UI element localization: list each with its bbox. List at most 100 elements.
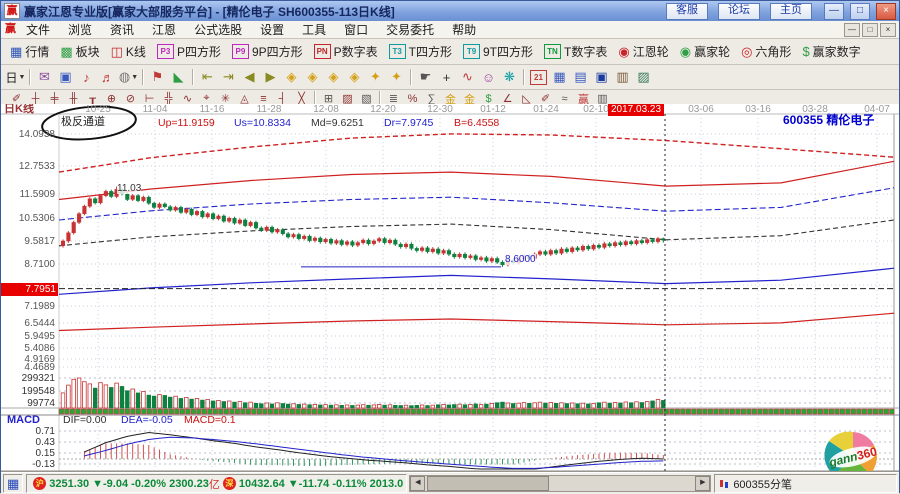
p-square-button[interactable]: P3P四方形 <box>152 41 226 62</box>
hexagon-button[interactable]: ◎六角形 <box>736 41 796 62</box>
mdi-restore-button[interactable]: □ <box>862 23 878 37</box>
menu-item-窗口[interactable]: 窗口 <box>335 22 377 38</box>
mdi-close-button[interactable]: × <box>880 23 896 37</box>
wave-icon[interactable]: ∿ <box>457 67 478 87</box>
cylinder-dropdown[interactable]: ◍▼ <box>118 67 139 87</box>
crosshair-icon[interactable]: + <box>436 67 457 87</box>
burst-icon[interactable]: ❋ <box>499 67 520 87</box>
menu-item-帮助[interactable]: 帮助 <box>443 22 485 38</box>
last-bar-icon[interactable]: ⇥ <box>218 67 239 87</box>
price-tick-label: 11.5909 <box>1 189 55 200</box>
price-tick-label: 14.0938 <box>1 129 55 140</box>
expand-v-icon[interactable]: ◈ <box>302 67 323 87</box>
hexagon-button-icon: ◎ <box>741 45 752 58</box>
winner-number-button[interactable]: $赢家数字 <box>797 41 865 62</box>
chart-annotation: 8.6000 <box>505 254 536 265</box>
menu-logo-icon: 赢 <box>4 23 17 36</box>
volume-tick-label: 299321 <box>1 373 55 384</box>
reset-icon[interactable]: ✦ <box>386 67 407 87</box>
zoom-out-icon[interactable]: ◈ <box>344 67 365 87</box>
sz-index-percent: -0.11% <box>332 478 366 490</box>
toolbar-separator <box>192 69 194 85</box>
window-title: 赢家江恩专业版[赢家大部服务平台] - [精伦电子 SH600355-113日K… <box>24 3 662 20</box>
close-button[interactable]: × <box>876 3 896 20</box>
chart-area[interactable]: gann360日K线10-2511-0411-1611-2812-0812-20… <box>1 104 899 472</box>
channel-tool-icon: ╫ <box>70 93 78 105</box>
home-button[interactable]: 主页 <box>770 3 812 20</box>
forum-button[interactable]: 论坛 <box>718 3 760 20</box>
next-bar-icon[interactable]: ▶ <box>260 67 281 87</box>
music-icon: ♬ <box>101 70 114 85</box>
9t-square-button[interactable]: T99T四方形 <box>458 41 538 62</box>
menu-item-设置[interactable]: 设置 <box>251 22 293 38</box>
indicator-value-label: Dr=7.9745 <box>384 118 433 129</box>
save-icon[interactable]: ▣ <box>591 67 612 87</box>
face-icon[interactable]: ☺ <box>478 67 499 87</box>
sectors-button[interactable]: ▩板块 <box>55 41 104 62</box>
scroll-right-arrow-icon[interactable]: ▶ <box>695 476 710 491</box>
shenzhen-icon[interactable]: 深 <box>223 477 236 490</box>
winner-wheel-button[interactable]: ◉赢家轮 <box>675 41 735 62</box>
maximize-button[interactable]: □ <box>850 3 870 20</box>
gann-wheel-button[interactable]: ◉江恩轮 <box>613 41 673 62</box>
service-button[interactable]: 客服 <box>666 3 708 20</box>
minimize-button[interactable]: — <box>824 3 844 20</box>
import-icon[interactable]: ▨ <box>633 67 654 87</box>
menu-item-交易委托[interactable]: 交易委托 <box>377 22 443 38</box>
p-table-button[interactable]: PNP数字表 <box>309 41 383 62</box>
export-icon: ▥ <box>616 69 628 85</box>
date-tick-label: 11-16 <box>200 104 225 115</box>
list-view-icon: ▤ <box>574 69 586 85</box>
list-view-icon[interactable]: ▤ <box>570 67 591 87</box>
first-bar-icon[interactable]: ⇤ <box>197 67 218 87</box>
menu-item-资讯[interactable]: 资讯 <box>101 22 143 38</box>
tick-data-button[interactable]: 600355分笔 <box>714 474 897 493</box>
hand-icon[interactable]: ☛ <box>415 67 436 87</box>
9t-square-button-icon: T9 <box>463 44 480 59</box>
grid-view-icon[interactable]: ▦ <box>549 67 570 87</box>
winner-number-button-icon: $ <box>802 45 809 58</box>
tick-data-label: 600355分笔 <box>733 476 792 492</box>
toolbar-separator <box>410 69 412 85</box>
menu-item-浏览[interactable]: 浏览 <box>59 22 101 38</box>
note-icon[interactable]: ▣ <box>55 67 76 87</box>
quotes-button[interactable]: ▦行情 <box>5 41 54 62</box>
menu-item-工具[interactable]: 工具 <box>293 22 335 38</box>
date-tick-label: 10-25 <box>85 104 111 115</box>
zoom-in-icon[interactable]: ◈ <box>323 67 344 87</box>
kline-button[interactable]: ◫K线 <box>106 41 151 62</box>
sound-icon[interactable]: ♪ <box>76 67 97 87</box>
triangle-icon[interactable]: ◣ <box>168 67 189 87</box>
period-dropdown[interactable]: 日▼ <box>5 67 26 87</box>
menu-item-江恩[interactable]: 江恩 <box>143 22 185 38</box>
export-icon[interactable]: ▥ <box>612 67 633 87</box>
date-tick-label: 11-28 <box>257 104 282 115</box>
t-square-button[interactable]: T3T四方形 <box>384 41 457 62</box>
keyboard-button[interactable]: ▦ <box>3 474 23 493</box>
9t-square-button-label: 9T四方形 <box>483 43 533 60</box>
scrollbar-thumb[interactable] <box>427 476 549 491</box>
prev-bar-icon[interactable]: ◀ <box>239 67 260 87</box>
music-icon[interactable]: ♬ <box>97 67 118 87</box>
calendar-icon[interactable]: 21 <box>528 67 549 87</box>
message-icon[interactable]: ✉ <box>34 67 55 87</box>
channel-line-outer <box>59 134 894 172</box>
expand-h-icon[interactable]: ◈ <box>281 67 302 87</box>
t-table-button[interactable]: TNT数字表 <box>539 41 612 62</box>
9p-square-button[interactable]: P99P四方形 <box>227 41 308 62</box>
shanghai-icon[interactable]: 沪 <box>33 477 46 490</box>
fit-icon[interactable]: ✦ <box>365 67 386 87</box>
mdi-minimize-button[interactable]: — <box>844 23 860 37</box>
price-tick-label: 6.5444 <box>1 318 55 329</box>
flag-icon[interactable]: ⚑ <box>147 67 168 87</box>
symbol-label: 600355 精伦电子 <box>783 115 874 126</box>
horizontal-scrollbar[interactable]: ◀ ▶ <box>409 475 711 492</box>
scroll-left-arrow-icon[interactable]: ◀ <box>410 476 425 491</box>
kline-button-icon: ◫ <box>111 45 123 58</box>
sound-icon: ♪ <box>83 70 90 85</box>
toolbar-separator <box>142 69 144 85</box>
menu-item-公式选股[interactable]: 公式选股 <box>185 22 251 38</box>
winner-wheel-button-label: 赢家轮 <box>694 43 730 60</box>
menu-item-文件[interactable]: 文件 <box>17 22 59 38</box>
macd-tick-label: 0.43 <box>1 437 55 448</box>
